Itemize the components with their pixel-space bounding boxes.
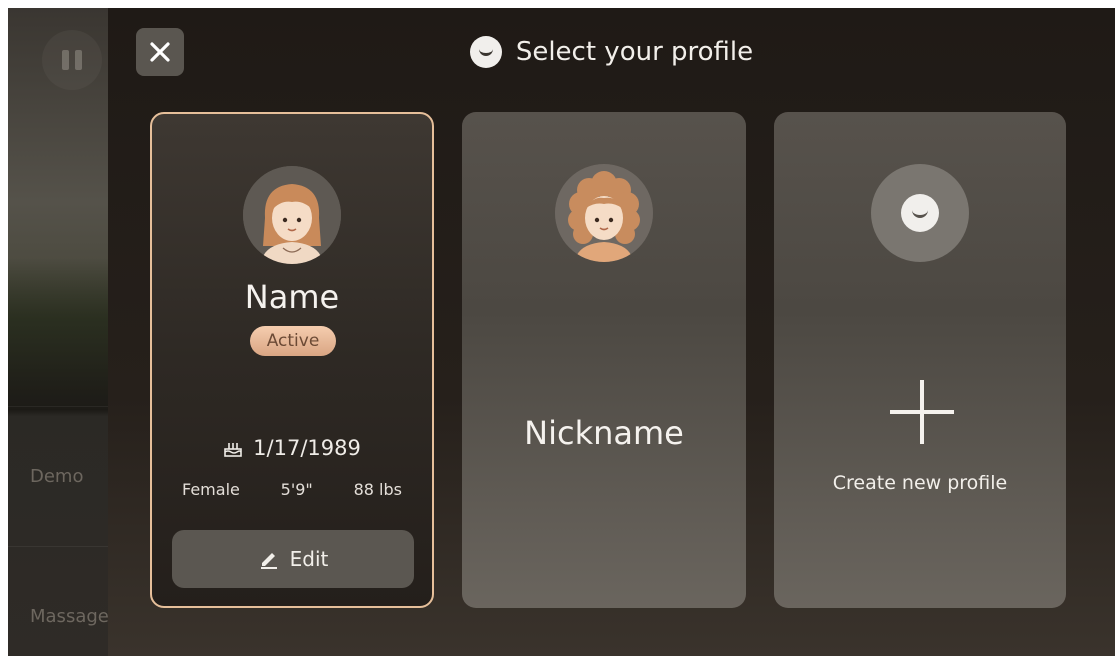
screen: Demo Massage Select your profile Name Ac… — [8, 8, 1115, 656]
profile-card-active[interactable]: Name Active 1/17/1989 Female 5'9" 88 lbs — [150, 112, 434, 608]
header: Select your profile — [108, 32, 1115, 72]
background-menu-label: Massage — [30, 606, 109, 627]
avatar — [243, 166, 341, 264]
smile-icon — [901, 194, 939, 232]
page-title: Select your profile — [515, 37, 754, 67]
status-badge: Active — [250, 326, 336, 356]
background-menu-item-massage: Massage — [8, 546, 109, 656]
create-profile-label: Create new profile — [832, 472, 1008, 494]
profile-card-nickname[interactable]: Nickname — [462, 112, 746, 608]
background-landscape — [8, 258, 108, 408]
background-menu-label: Demo — [30, 466, 84, 487]
create-profile-card[interactable]: Create new profile — [774, 112, 1066, 608]
pause-icon — [42, 30, 102, 90]
plus-icon — [890, 380, 954, 444]
gender-value: Female — [182, 480, 240, 499]
smile-icon — [469, 36, 502, 68]
height-value: 5'9" — [280, 480, 313, 499]
birthday-value: 1/17/1989 — [253, 436, 361, 460]
pencil-icon — [260, 553, 277, 569]
weight-value: 88 lbs — [353, 480, 402, 499]
profile-name: Name — [244, 278, 340, 316]
background-menu-item-demo: Demo — [8, 406, 108, 546]
edit-label: Edit — [289, 547, 329, 571]
profile-stats: Female 5'9" 88 lbs — [182, 480, 402, 499]
cake-icon — [224, 443, 242, 457]
avatar — [555, 164, 653, 262]
profile-name: Nickname — [524, 414, 684, 452]
birthday-row: 1/17/1989 — [152, 436, 432, 460]
avatar-curly-hair-icon — [555, 164, 653, 262]
avatar-woman-icon — [243, 166, 341, 264]
default-avatar — [871, 164, 969, 262]
edit-button[interactable]: Edit — [172, 530, 414, 588]
profile-selector-overlay: Select your profile Name Active 1/17/198… — [108, 8, 1115, 656]
